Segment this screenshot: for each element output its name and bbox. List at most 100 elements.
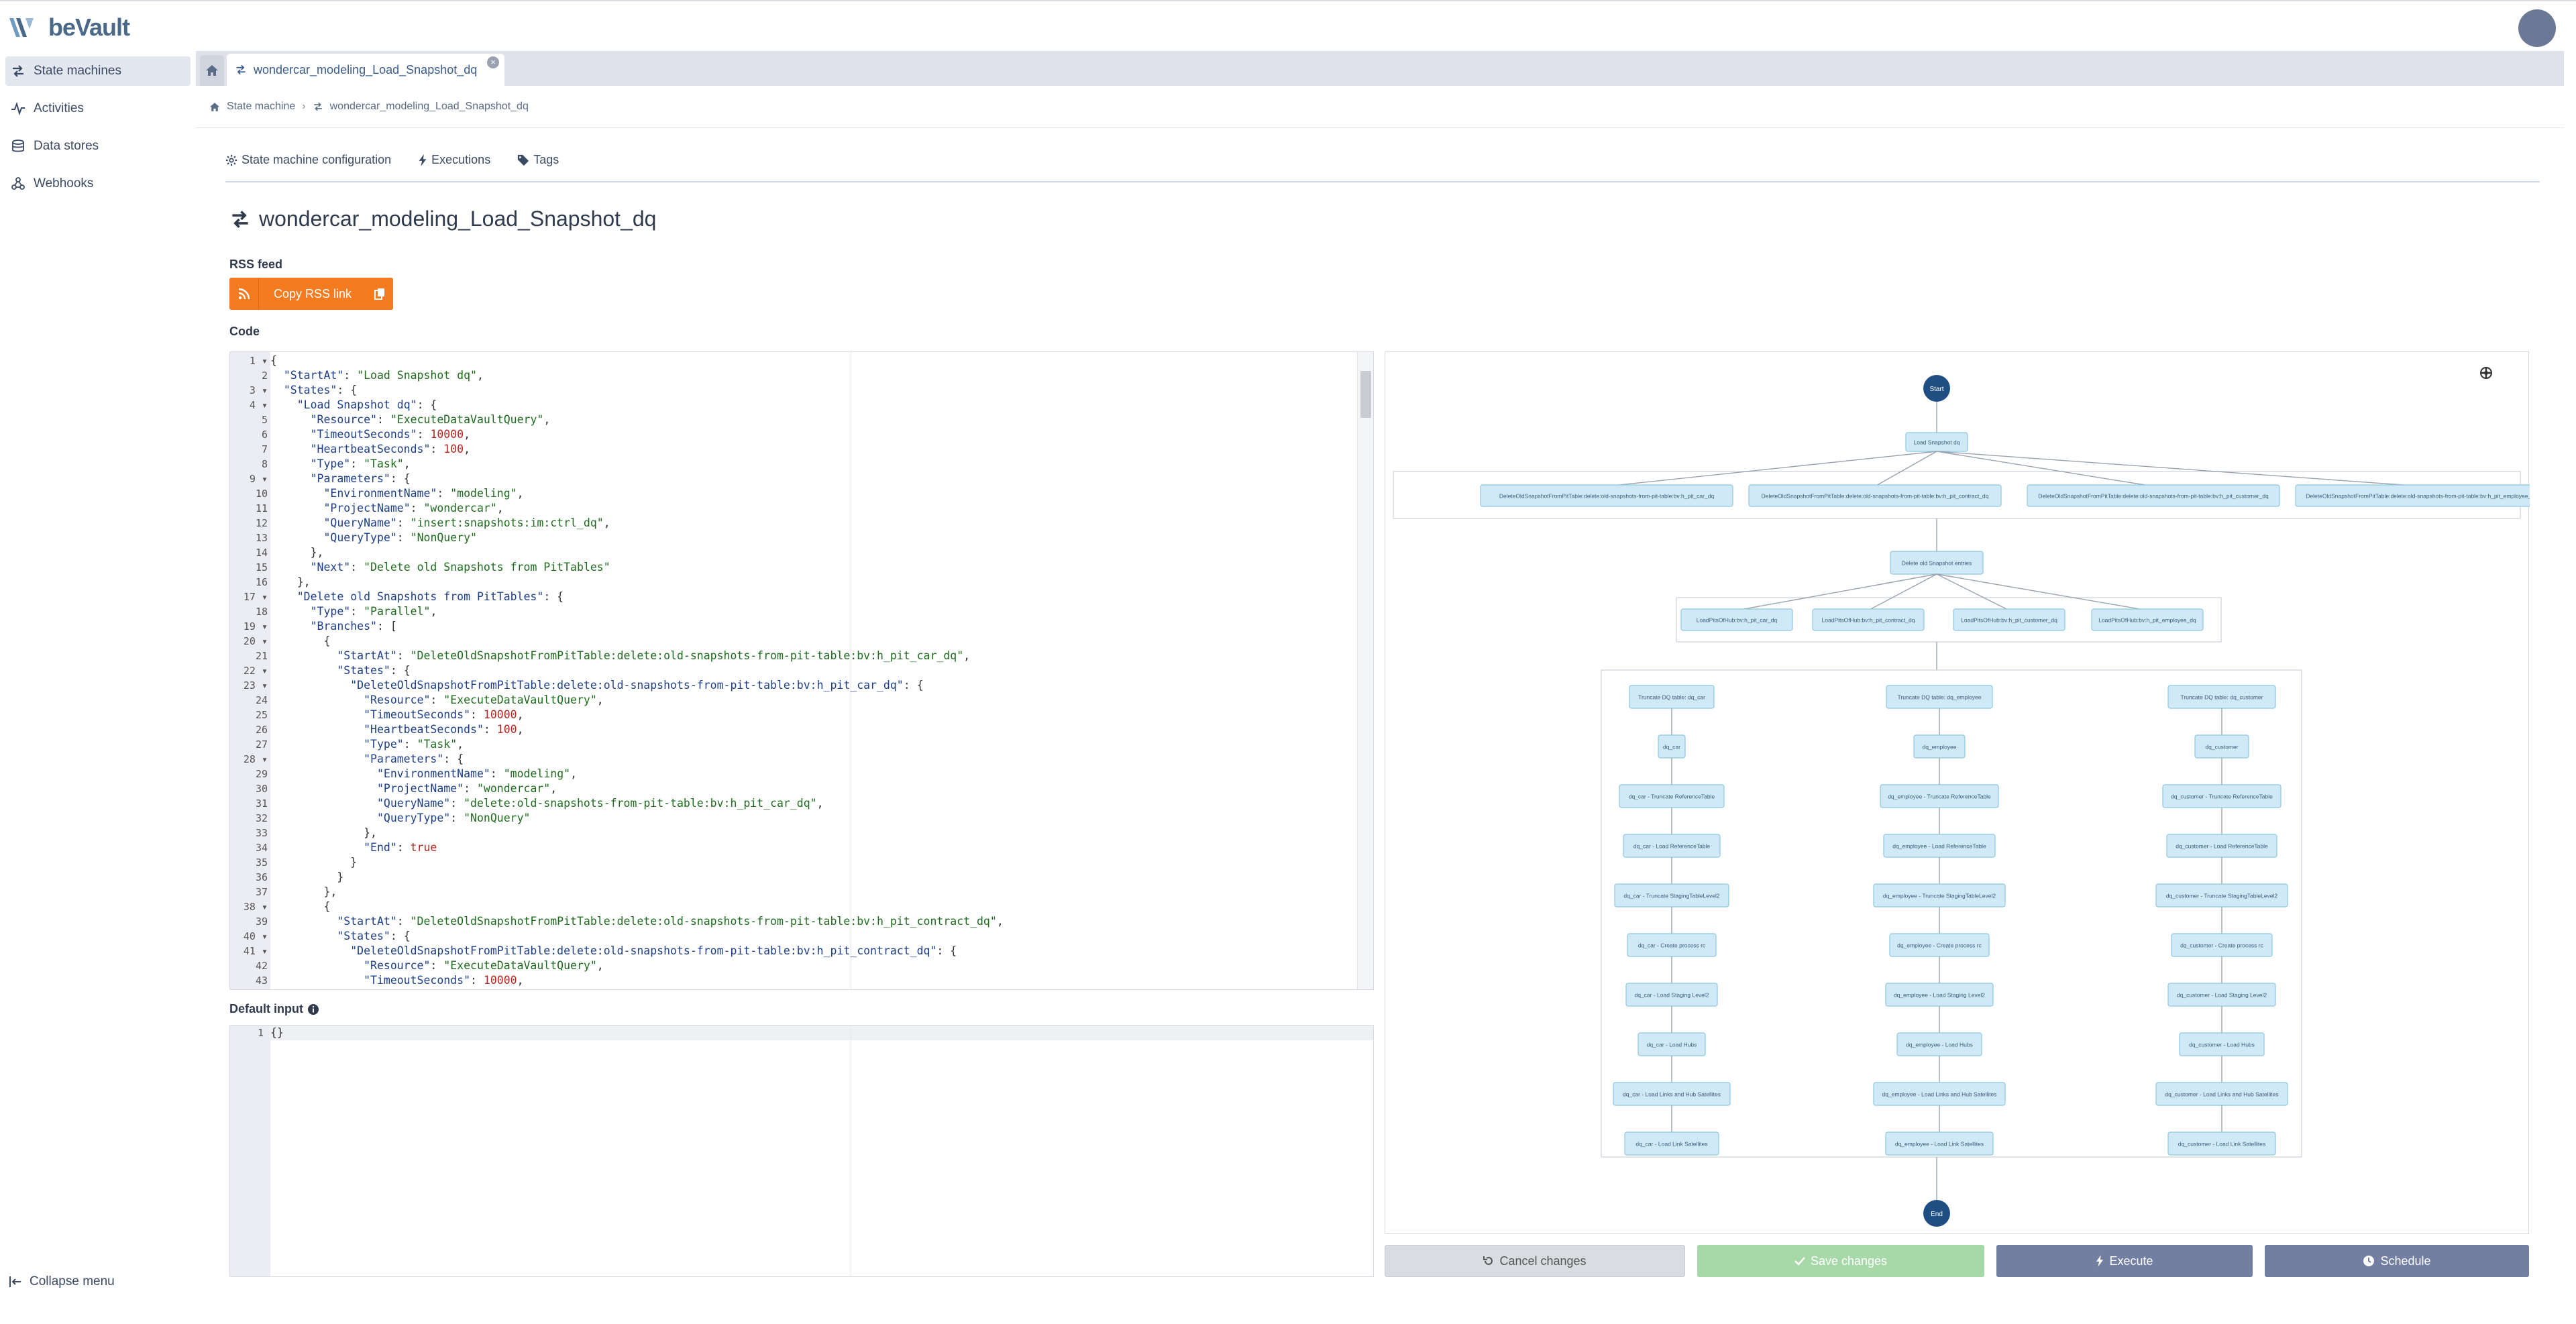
cancel-changes-button[interactable]: Cancel changes xyxy=(1385,1245,1685,1277)
graph-node-label[interactable]: DeleteOldSnapshotFromPitTable:delete:old… xyxy=(2038,493,2269,500)
line-number: 37 xyxy=(255,886,268,898)
editor-scrollbar[interactable] xyxy=(1357,352,1373,989)
collapse-arrow-icon xyxy=(9,1276,21,1287)
graph-node-label[interactable]: Truncate DQ table: dq_employee xyxy=(1898,694,1982,701)
tab-state-machine[interactable]: wondercar_modeling_Load_Snapshot_dq × xyxy=(227,54,504,86)
sidebar-item-label: Activities xyxy=(34,101,84,115)
content-panel: State machine › wondercar_modeling_Load_… xyxy=(196,86,2564,1313)
graph-node-label[interactable]: LoadPitsOfHub:bv:h_pit_employee_dq xyxy=(2098,617,2196,624)
code-line: "DeleteOldSnapshotFromPitTable:delete:ol… xyxy=(350,679,924,692)
graph-node-label[interactable]: dq_customer - Truncate ReferenceTable xyxy=(2171,793,2273,800)
graph-node-label[interactable]: dq_car - Load ReferenceTable xyxy=(1633,843,1711,850)
tab-executions[interactable]: Executions xyxy=(418,153,490,175)
graph-node-label[interactable]: Load Snapshot dq xyxy=(1913,439,1960,446)
graph-node-label[interactable]: DeleteOldSnapshotFromPitTable:delete:old… xyxy=(2306,493,2530,500)
graph-node-label[interactable]: dq_employee - Truncate StagingTableLevel… xyxy=(1883,893,1996,899)
app-logo[interactable]: beVault xyxy=(7,13,130,42)
graph-terminal-label: Start xyxy=(1929,386,1943,393)
execute-label: Execute xyxy=(2109,1254,2153,1268)
code-line: "StartAt": "DeleteOldSnapshotFromPitTabl… xyxy=(337,649,971,662)
graph-node-label[interactable]: dq_customer - Truncate StagingTableLevel… xyxy=(2166,893,2278,899)
tab-tags[interactable]: Tags xyxy=(517,153,559,175)
graph-node-label[interactable]: dq_car - Load Link Satellites xyxy=(1635,1141,1707,1148)
code-line: "Resource": "ExecuteDataVaultQuery", xyxy=(364,694,604,706)
graph-node-label[interactable]: dq_customer - Load ReferenceTable xyxy=(2176,843,2268,850)
code-line: } xyxy=(270,871,344,883)
check-icon xyxy=(1794,1257,1805,1266)
graph-node-label[interactable]: dq_employee - Load Staging Level2 xyxy=(1894,992,1985,999)
graph-node-label[interactable]: dq_customer - Load Links and Hub Satelli… xyxy=(2165,1091,2278,1098)
code-editor[interactable]: { "StartAt": "Load Snapshot dq", "States… xyxy=(229,351,1374,990)
sidebar-item-data-stores[interactable]: Data stores xyxy=(5,131,191,161)
graph-node-label[interactable]: LoadPitsOfHub:bv:h_pit_car_dq xyxy=(1697,617,1778,624)
code-area[interactable]: { "StartAt": "Load Snapshot dq", "States… xyxy=(270,352,1357,989)
graph-node-label[interactable]: dq_employee - Load Link Satellites xyxy=(1895,1141,1984,1148)
graph-node-label[interactable]: dq_car - Create process rc xyxy=(1638,942,1706,949)
tab-configuration[interactable]: State machine configuration xyxy=(225,153,391,175)
sidebar-item-state-machines[interactable]: State machines xyxy=(5,56,191,86)
graph-node-label[interactable]: dq_customer xyxy=(2205,744,2238,751)
graph-node-label[interactable]: dq_customer - Load Hubs xyxy=(2189,1042,2255,1048)
graph-node-label[interactable]: dq_employee - Truncate ReferenceTable xyxy=(1888,793,1991,800)
copy-rss-link-label: Copy RSS link xyxy=(273,286,352,300)
home-icon xyxy=(206,65,218,76)
webhook-icon xyxy=(11,177,25,190)
graph-node-label[interactable]: dq_employee - Load ReferenceTable xyxy=(1892,843,1986,850)
schedule-button[interactable]: Schedule xyxy=(2265,1245,2529,1277)
collapse-menu-button[interactable]: Collapse menu xyxy=(8,1274,115,1289)
state-machine-graph[interactable]: Start Load Snapshot dq DeleteOldSnapshotFr… xyxy=(1385,351,2530,1235)
sidebar-item-activities[interactable]: Activities xyxy=(5,94,191,123)
info-icon[interactable] xyxy=(307,1003,319,1015)
code-line: "DeleteOldSnapshotFromPitTable:delete:ol… xyxy=(350,944,957,957)
graph-node-label[interactable]: dq_employee - Load Hubs xyxy=(1906,1042,1973,1048)
code-line: "QueryName": "insert:snapshots:im:ctrl_d… xyxy=(323,516,610,529)
code-line: }, xyxy=(270,546,324,559)
exchange-icon xyxy=(13,65,23,77)
graph-node-label[interactable]: dq_car - Truncate StagingTableLevel2 xyxy=(1623,893,1719,899)
graph-terminal-label: End xyxy=(1931,1211,1943,1218)
graph-node-label[interactable]: dq_customer - Load Link Satellites xyxy=(2178,1141,2265,1148)
graph-canvas[interactable]: Start Load Snapshot dq DeleteOldSnapshotFr… xyxy=(1385,352,2530,1235)
graph-node-label[interactable]: dq_customer - Create process rc xyxy=(2180,942,2264,949)
breadcrumb-current[interactable]: wondercar_modeling_Load_Snapshot_dq xyxy=(330,101,529,113)
graph-node-label[interactable]: DeleteOldSnapshotFromPitTable:delete:old… xyxy=(1762,493,1989,500)
graph-node-label[interactable]: LoadPitsOfHub:bv:h_pit_customer_dq xyxy=(1961,617,2057,624)
code-line: "StartAt": "Load Snapshot dq", xyxy=(283,369,484,382)
save-changes-button[interactable]: Save changes xyxy=(1697,1245,1984,1277)
graph-node-label[interactable]: dq_car - Load Staging Level2 xyxy=(1634,992,1709,999)
graph-node-label[interactable]: dq_employee - Load Links and Hub Satelli… xyxy=(1882,1091,1996,1098)
breadcrumb-root[interactable]: State machine xyxy=(227,101,295,113)
code-line: "States": { xyxy=(283,384,358,396)
code-line: } xyxy=(270,856,358,869)
graph-node-label[interactable]: dq_customer - Load Staging Level2 xyxy=(2177,992,2267,999)
top-bar: beVault xyxy=(0,0,2576,51)
sidebar-item-label: Data stores xyxy=(34,139,99,153)
graph-node-label[interactable]: dq_car - Truncate ReferenceTable xyxy=(1629,793,1715,800)
graph-node-label[interactable]: dq_employee xyxy=(1922,744,1956,751)
sidebar: State machines Activities Data stores We… xyxy=(0,51,196,1324)
graph-node-label[interactable]: dq_employee - Create process rc xyxy=(1897,942,1982,949)
code-area[interactable]: {} xyxy=(270,1026,1357,1276)
line-number: 31 xyxy=(255,797,268,810)
execute-button[interactable]: Execute xyxy=(1996,1245,2253,1277)
copy-rss-link-button[interactable]: Copy RSS link xyxy=(229,278,393,310)
scrollbar-thumb[interactable] xyxy=(1360,371,1371,418)
graph-node-label[interactable]: dq_car xyxy=(1663,744,1680,751)
graph-node-label[interactable]: DeleteOldSnapshotFromPitTable:delete:old… xyxy=(1499,493,1715,500)
graph-node-label[interactable]: Truncate DQ table: dq_customer xyxy=(2181,694,2263,701)
sidebar-item-webhooks[interactable]: Webhooks xyxy=(5,169,191,199)
graph-node-label[interactable]: dq_car - Load Links and Hub Satellites xyxy=(1623,1091,1721,1098)
user-avatar[interactable] xyxy=(2518,9,2556,47)
line-number: 15 xyxy=(255,561,268,573)
graph-node-label[interactable]: Truncate DQ table: dq_car xyxy=(1638,694,1705,701)
graph-node-label[interactable]: LoadPitsOfHub:bv:h_pit_contract_dq xyxy=(1822,617,1915,624)
graph-node-label[interactable]: Delete old Snapshot entries xyxy=(1902,560,1972,567)
default-input-editor[interactable]: 1 {} xyxy=(229,1025,1374,1277)
line-number: 27 xyxy=(255,738,268,751)
graph-node-label[interactable]: dq_car - Load Hubs xyxy=(1647,1042,1697,1048)
code-line: "QueryName": "delete:old-snapshots-from-… xyxy=(376,797,824,810)
line-number: 13 xyxy=(255,532,268,544)
close-tab-icon[interactable]: × xyxy=(487,56,499,68)
code-line: "Type": "Task", xyxy=(364,738,464,751)
home-tab[interactable] xyxy=(200,55,224,86)
